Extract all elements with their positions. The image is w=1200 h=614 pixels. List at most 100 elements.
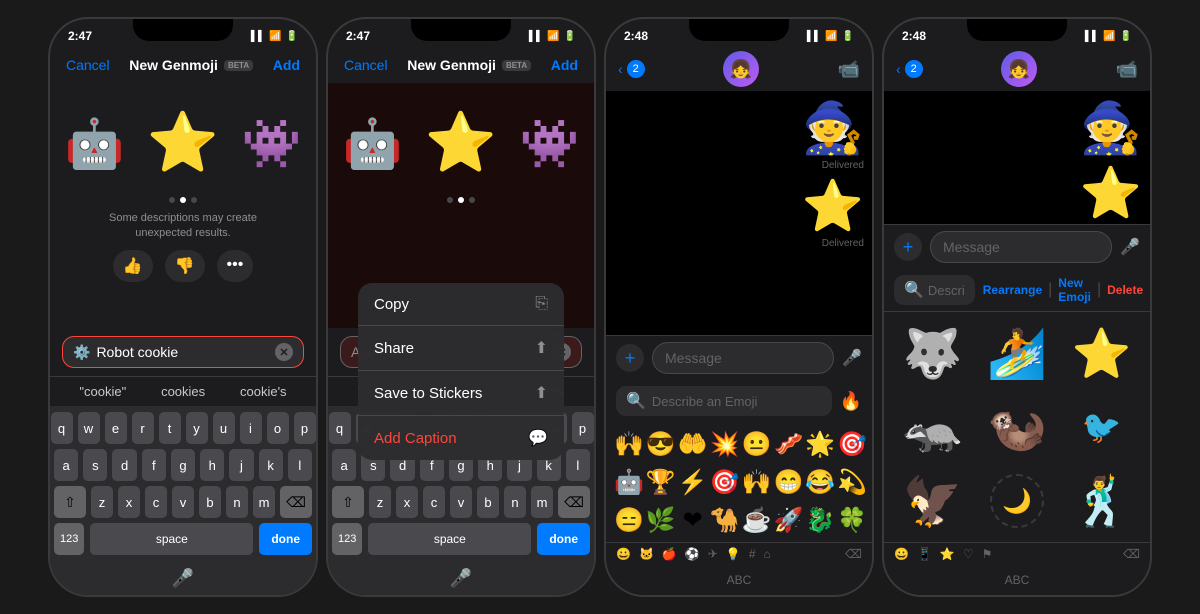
key-t[interactable]: t	[159, 412, 181, 444]
key2-q[interactable]: q	[329, 412, 351, 444]
key-f[interactable]: f	[142, 449, 166, 481]
more-options-button[interactable]: •••	[217, 250, 254, 282]
video-call-icon-3[interactable]: 📹	[838, 59, 860, 80]
sticker-fox[interactable]: 🦅	[892, 466, 973, 536]
key2-123[interactable]: 123	[332, 523, 362, 555]
key2-z[interactable]: z	[369, 486, 391, 518]
key2-l[interactable]: l	[566, 449, 590, 481]
message-input-3[interactable]: Message	[652, 342, 834, 374]
emoji-cell[interactable]: 🙌	[742, 464, 772, 500]
msg-mic-4[interactable]: 🎤	[1120, 237, 1140, 257]
abc-label-4[interactable]: ABC	[995, 569, 1040, 591]
contact-avatar-3[interactable]: 👧	[723, 51, 759, 87]
rearrange-button-4[interactable]: Rearrange	[983, 283, 1042, 297]
key-w[interactable]: w	[78, 412, 100, 444]
delete-key[interactable]: ⌫	[280, 486, 312, 518]
back-button-4[interactable]: ‹ 2	[896, 60, 923, 78]
add-caption-menu-item[interactable]: Add Caption 💬	[358, 416, 564, 460]
space-key[interactable]: space	[90, 523, 253, 555]
sticker-animal[interactable]: 🦦	[977, 392, 1058, 462]
key-o[interactable]: o	[267, 412, 289, 444]
key-r[interactable]: r	[132, 412, 154, 444]
msg-mic-3[interactable]: 🎤	[842, 348, 862, 368]
key-v[interactable]: v	[172, 486, 194, 518]
autocomplete-item-2[interactable]: cookies	[153, 381, 213, 402]
emoji-item-star[interactable]: ⭐	[143, 103, 223, 183]
abc-label-3[interactable]: ABC	[717, 569, 762, 591]
key2-a[interactable]: a	[332, 449, 356, 481]
delete-key-2[interactable]: ⌫	[558, 486, 590, 518]
key-h[interactable]: h	[200, 449, 224, 481]
contact-avatar-4[interactable]: 👧	[1001, 51, 1037, 87]
shift-key[interactable]: ⇧	[54, 486, 86, 518]
cat-phone-4[interactable]: 📱	[917, 547, 932, 561]
emoji-cell[interactable]: 💫	[837, 464, 867, 500]
back-button-3[interactable]: ‹ 2	[618, 60, 645, 78]
autocomplete-item-3[interactable]: cookie's	[232, 381, 295, 402]
cat-smileys-4[interactable]: 😀	[894, 547, 909, 561]
add-button-2[interactable]: Add	[551, 57, 578, 73]
emoji-cell[interactable]: 😁	[773, 464, 803, 500]
key-p[interactable]: p	[294, 412, 316, 444]
key2-v[interactable]: v	[450, 486, 472, 518]
delete-emoji-icon-3[interactable]: ⌫	[845, 547, 862, 561]
key-a[interactable]: a	[54, 449, 78, 481]
key-d[interactable]: d	[112, 449, 136, 481]
add-attachment-button-3[interactable]: +	[616, 344, 644, 372]
emoji-cell[interactable]: ❤	[678, 502, 708, 538]
key2-p[interactable]: p	[572, 412, 594, 444]
emoji-cell[interactable]: 🐪	[710, 502, 740, 538]
video-call-icon-4[interactable]: 📹	[1116, 59, 1138, 80]
key2-n[interactable]: n	[504, 486, 526, 518]
mic-icon-2[interactable]: 🎤	[450, 568, 472, 589]
key-z[interactable]: z	[91, 486, 113, 518]
key-y[interactable]: y	[186, 412, 208, 444]
emoji-cell[interactable]: 😑	[614, 502, 644, 538]
cancel-button-1[interactable]: Cancel	[66, 57, 110, 73]
key-b[interactable]: b	[199, 486, 221, 518]
key2-m[interactable]: m	[531, 486, 553, 518]
sticker-search-4[interactable]: 🔍 Descri	[894, 275, 975, 305]
emoji-cell[interactable]: 🤖	[614, 464, 644, 500]
emoji-cell[interactable]: 🎯	[710, 464, 740, 500]
emoji-cell[interactable]: 😐	[742, 426, 772, 462]
key-x[interactable]: x	[118, 486, 140, 518]
cat-travel[interactable]: ✈	[708, 547, 718, 561]
cat-heart-4[interactable]: ♡	[963, 547, 974, 561]
emoji-cell[interactable]: 💥	[710, 426, 740, 462]
emoji-cell[interactable]: 😂	[805, 464, 835, 500]
emoji-cell[interactable]: 🍀	[837, 502, 867, 538]
key-n[interactable]: n	[226, 486, 248, 518]
emoji-cell[interactable]: 🌟	[805, 426, 835, 462]
emoji-cell[interactable]: 🏆	[646, 464, 676, 500]
emoji-cell[interactable]: 🙌	[614, 426, 644, 462]
emoji-cell[interactable]: 🚀	[773, 502, 803, 538]
key-g[interactable]: g	[171, 449, 195, 481]
key-u[interactable]: u	[213, 412, 235, 444]
emoji-cell[interactable]: 🎯	[837, 426, 867, 462]
cat-flag-4[interactable]: ⚑	[982, 547, 993, 561]
key-l[interactable]: l	[288, 449, 312, 481]
done-key-2[interactable]: done	[537, 523, 590, 555]
cat-objects[interactable]: 💡	[726, 547, 741, 561]
sticker-bird[interactable]: 🐦	[1061, 392, 1142, 462]
message-input-4[interactable]: Message	[930, 231, 1112, 263]
shift-key-2[interactable]: ⇧	[332, 486, 364, 518]
search-input-1[interactable]: Robot cookie	[96, 344, 269, 360]
cancel-button-2[interactable]: Cancel	[344, 57, 388, 73]
dot-2-2[interactable]	[458, 197, 464, 203]
key-c[interactable]: c	[145, 486, 167, 518]
share-menu-item[interactable]: Share ⬆	[358, 326, 564, 371]
sticker-bear[interactable]: 🦡	[892, 392, 973, 462]
sticker-star[interactable]: ⭐	[1061, 318, 1142, 388]
key-e[interactable]: e	[105, 412, 127, 444]
add-button-1[interactable]: Add	[273, 57, 300, 73]
emoji-cell[interactable]: 🌿	[646, 502, 676, 538]
cat-symbols[interactable]: #	[749, 547, 756, 561]
emoji-cell[interactable]: ⚡	[678, 464, 708, 500]
cat-activity[interactable]: ⚽	[685, 547, 700, 561]
emoji-cell[interactable]: 🐉	[805, 502, 835, 538]
space-key-2[interactable]: space	[368, 523, 531, 555]
delete-button-4[interactable]: Delete	[1107, 283, 1143, 297]
thumbs-up-button[interactable]: 👍	[113, 250, 153, 282]
